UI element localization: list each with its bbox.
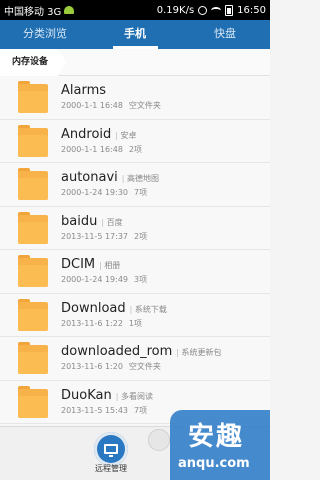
wifi-icon — [211, 6, 222, 14]
battery-icon — [225, 4, 234, 16]
watermark-logo: 安趣 anqu.com — [170, 410, 270, 480]
folder-name: downloaded_rom — [61, 344, 173, 360]
folder-name: autonavi — [61, 170, 118, 186]
folder-count: 2项 — [134, 231, 148, 241]
folder-count: 空文件夹 — [128, 101, 161, 111]
folder-count: 3项 — [134, 275, 148, 285]
folder-date: 2000-1-24 19:49 — [61, 275, 128, 285]
folder-name: DuoKan — [61, 387, 112, 403]
folder-count: 空文件夹 — [128, 362, 161, 372]
folder-count: 7项 — [134, 405, 148, 415]
tab-phone[interactable]: 手机 — [90, 20, 180, 49]
folder-icon — [18, 168, 48, 201]
folder-icon — [18, 298, 48, 331]
folder-date: 2000-1-24 19:30 — [61, 188, 128, 198]
folder-alias: 百度 — [101, 217, 123, 228]
folder-row[interactable]: Download 系统下载 2013-11-6 1:22 1项 — [0, 293, 270, 337]
folder-alias: 安卓 — [115, 130, 137, 141]
folder-alias: 系统更新包 — [176, 347, 222, 358]
remote-manage-label: 远程管理 — [95, 464, 127, 473]
folder-alias: 多看阅读 — [116, 391, 153, 402]
folder-date: 2000-1-1 16:48 — [61, 144, 123, 154]
monitor-icon — [104, 444, 118, 457]
folder-date: 2013-11-6 1:22 — [61, 318, 123, 328]
carrier-label: 中国移动 3G — [4, 6, 62, 18]
watermark-main-text: 安趣 — [188, 422, 245, 452]
breadcrumb: 内存设备 — [0, 48, 270, 76]
folder-icon — [18, 211, 48, 244]
folder-list[interactable]: Alarms 2000-1-1 16:48 空文件夹 Android安卓 2000-1-… — [0, 76, 270, 426]
network-speed: 0.19K/s — [156, 4, 195, 16]
folder-icon — [18, 342, 48, 375]
alarm-icon — [198, 5, 208, 15]
folder-name: Android — [61, 126, 112, 142]
folder-date: 2013-11-6 1:20 — [61, 362, 123, 372]
folder-count: 2项 — [128, 144, 143, 154]
folder-icon — [18, 385, 48, 418]
tab-kuaipan[interactable]: 快盘 — [180, 20, 270, 49]
folder-alias: 系统下载 — [130, 304, 167, 315]
android-icon — [64, 6, 75, 14]
folder-name: baidu — [61, 213, 98, 229]
folder-count: 1项 — [128, 318, 143, 328]
watermark-sub-text: anqu.com — [178, 456, 250, 471]
folder-row[interactable]: baidu百度 2013-11-5 17:37 2项 — [0, 206, 270, 250]
folder-icon — [18, 81, 48, 114]
clock: 16:50 — [237, 4, 266, 16]
tab-category[interactable]: 分类浏览 — [0, 20, 90, 49]
folder-row[interactable]: DCIM相册 2000-1-24 19:49 3项 — [0, 250, 270, 294]
folder-name: Alarms — [61, 83, 107, 99]
status-bar: 中国移动 3G 0.19K/s 16:50 — [0, 0, 270, 20]
folder-row[interactable]: downloaded_rom系统更新包 2013-11-6 1:20 空文件夹 — [0, 337, 270, 381]
folder-icon — [18, 124, 48, 157]
folder-alias: 高德地图 — [122, 173, 159, 184]
folder-name: DCIM — [61, 257, 96, 273]
folder-count: 7项 — [134, 188, 148, 198]
folder-name: Download — [61, 300, 126, 316]
folder-date: 2013-11-5 17:37 — [61, 231, 128, 241]
folder-row[interactable]: autonavi 高德地图 2000-1-24 19:30 7项 — [0, 163, 270, 207]
tab-bar: 分类浏览 手机 快盘 — [0, 20, 270, 49]
folder-row[interactable]: Android安卓 2000-1-1 16:48 2项 — [0, 119, 270, 163]
folder-date: 2000-1-1 16:48 — [61, 101, 123, 111]
folder-icon — [18, 255, 48, 288]
breadcrumb-internal-storage[interactable]: 内存设备 — [0, 48, 67, 76]
folder-row[interactable]: Alarms 2000-1-1 16:48 空文件夹 — [0, 76, 270, 120]
folder-alias: 相册 — [99, 260, 120, 271]
toolbar-button-2[interactable] — [148, 429, 170, 451]
folder-date: 2013-11-5 15:43 — [61, 405, 128, 415]
remote-manage-button[interactable] — [94, 432, 128, 466]
